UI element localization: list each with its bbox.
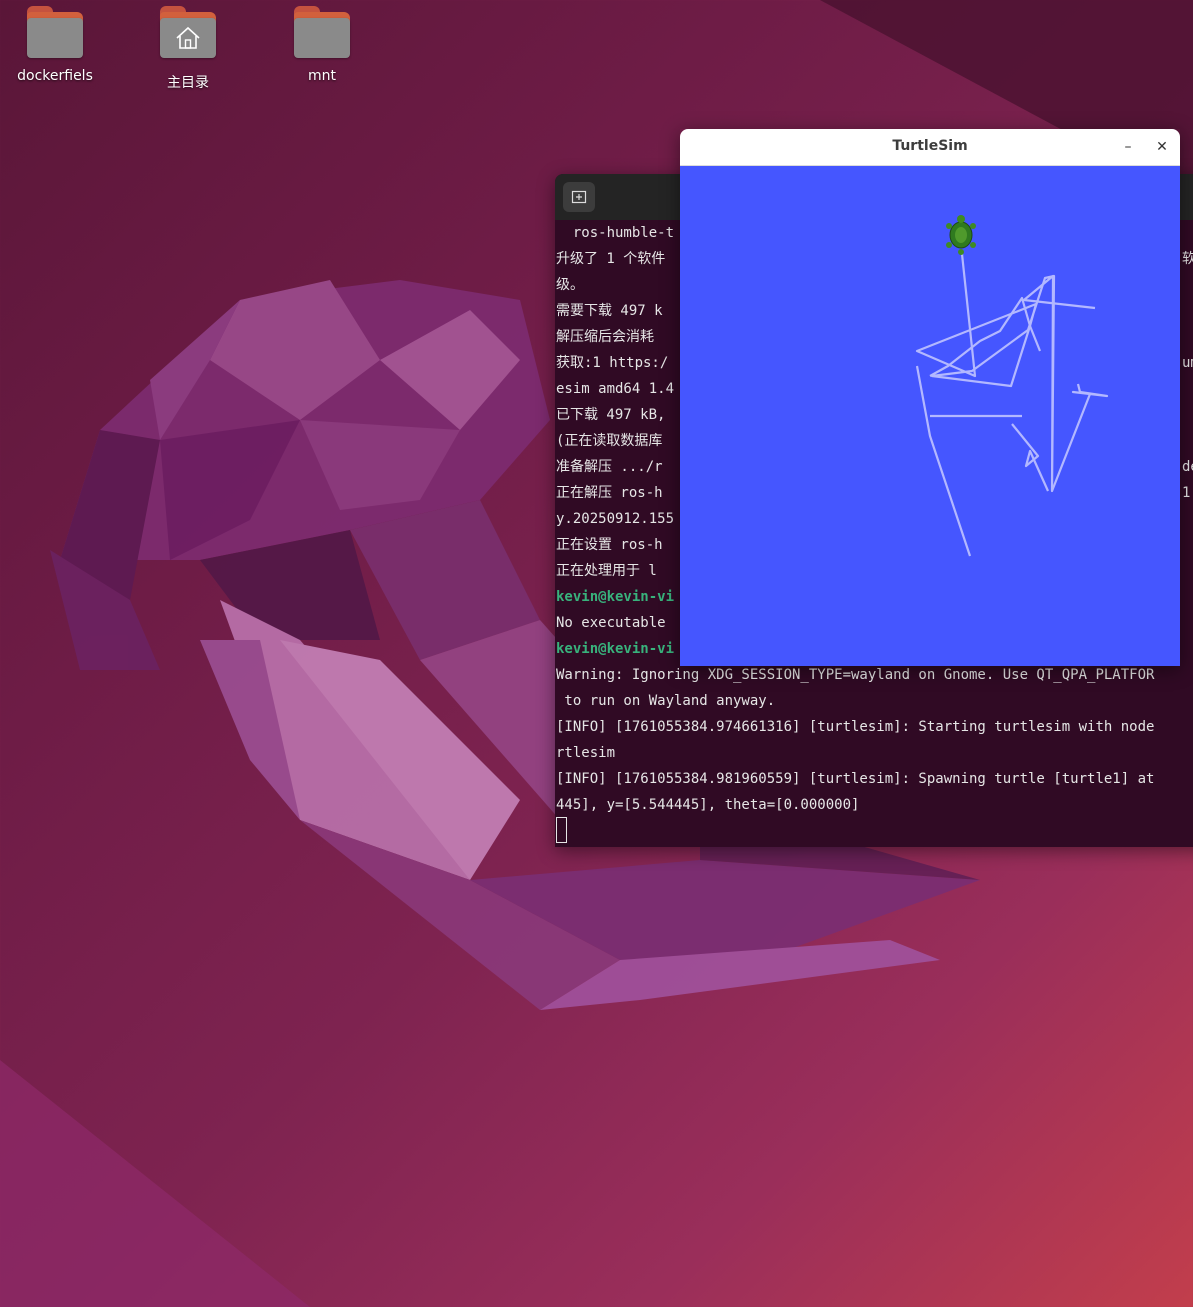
- turtlesim-canvas: [680, 166, 1180, 666]
- terminal-line: 445], y=[5.544445], theta=[0.000000]: [556, 797, 860, 813]
- turtlesim-titlebar[interactable]: TurtleSim – ✕: [680, 129, 1180, 166]
- terminal-cursor: [556, 817, 567, 843]
- desktop-icon-label: dockerfiels: [17, 68, 93, 84]
- terminal-line-fragment: 软件: [1182, 251, 1193, 267]
- folder-icon: [294, 6, 350, 58]
- desktop-icon-dockerfiels[interactable]: dockerfiels: [0, 6, 110, 84]
- minimize-button[interactable]: –: [1120, 139, 1136, 155]
- new-tab-button[interactable]: [563, 182, 595, 212]
- terminal-line: rtlesim: [556, 745, 616, 761]
- window-title: TurtleSim: [892, 138, 968, 154]
- terminal-line: [INFO] [1761055384.974661316] [turtlesim…: [556, 719, 1155, 735]
- new-tab-icon: [571, 190, 587, 204]
- terminal-line-fragment: um: [1182, 355, 1193, 371]
- desktop-icon-label: 主目录: [167, 75, 209, 91]
- desktop-icon-label: mnt: [308, 68, 336, 84]
- terminal-line: to run on Wayland anyway.: [556, 693, 776, 709]
- turtle-icon: [946, 215, 976, 255]
- desktop-icon-home[interactable]: 主目录: [133, 6, 243, 92]
- turtlesim-window[interactable]: TurtleSim – ✕: [680, 129, 1180, 666]
- terminal-line-fragment: de: [1182, 459, 1193, 475]
- desktop-icon-mnt[interactable]: mnt: [267, 6, 377, 84]
- terminal-cursor-line: [556, 817, 1193, 844]
- terminal-line: [INFO] [1761055384.981960559] [turtlesim…: [556, 771, 1155, 787]
- terminal-line-fragment: 1.: [1182, 485, 1193, 501]
- home-folder-icon: [160, 6, 216, 58]
- folder-icon: [27, 6, 83, 58]
- turtle-trail: [915, 253, 1109, 557]
- close-button[interactable]: ✕: [1154, 139, 1170, 155]
